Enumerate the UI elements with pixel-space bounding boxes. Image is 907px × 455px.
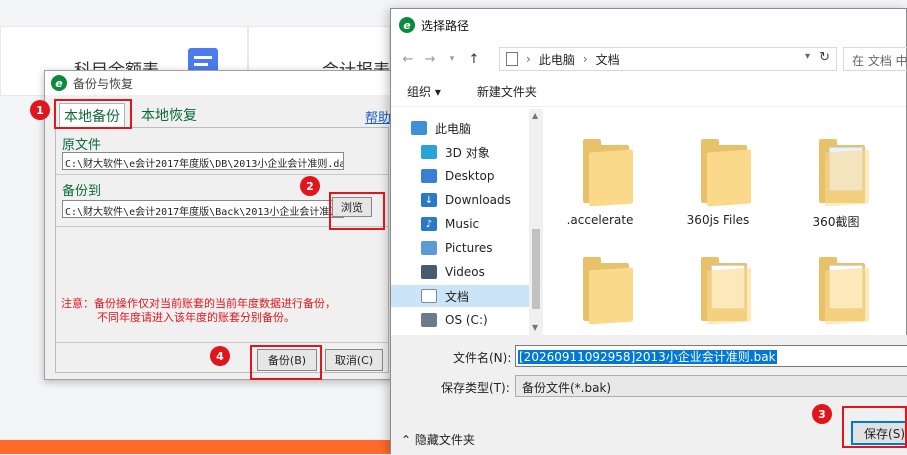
folder-icon[interactable]: [575, 127, 645, 207]
source-path-field[interactable]: C:\财大软件\e会计2017年度版\DB\2013小企业会计准则.dat: [62, 152, 344, 170]
tree-item-os-drive[interactable]: OS (C:): [421, 309, 488, 331]
download-icon: ↓: [421, 193, 437, 207]
scroll-up-icon[interactable]: ▲: [532, 111, 538, 120]
new-folder-button[interactable]: 新建文件夹: [477, 83, 537, 100]
chevron-right-icon: ›: [526, 52, 531, 66]
tree-item-documents[interactable]: 文档: [391, 285, 529, 307]
tab-local-restore[interactable]: 本地恢复: [137, 103, 201, 127]
back-arrow-icon[interactable]: ←: [397, 52, 419, 67]
note-line: 不同年度请进入该年度的账套分别备份。: [97, 311, 295, 324]
breadcrumb-item[interactable]: 文档: [596, 51, 620, 68]
folder-icon[interactable]: [693, 127, 763, 207]
backup-to-label: 备份到: [62, 184, 102, 199]
filetype-label: 保存类型(T):: [441, 381, 510, 395]
up-arrow-icon[interactable]: ↑: [463, 52, 485, 67]
tree-item-label: 文档: [445, 289, 470, 304]
dialog-title: 备份与恢复: [73, 76, 134, 91]
dialog-titlebar: e 备份与恢复: [45, 71, 391, 95]
source-file-label: 原文件: [62, 138, 102, 153]
tree-item-this-pc[interactable]: 此电脑: [411, 117, 471, 139]
forward-arrow-icon[interactable]: →: [419, 52, 441, 67]
step-badge: 3: [812, 404, 832, 424]
file-name[interactable]: .accelerate: [545, 213, 655, 227]
scroll-down-icon[interactable]: ▼: [532, 323, 538, 332]
video-icon: [421, 265, 437, 279]
tree-item-downloads[interactable]: ↓ Downloads: [421, 189, 511, 211]
chevron-down-icon[interactable]: ▾: [441, 54, 463, 64]
tree-item-label: Music: [445, 217, 480, 231]
tree-item-label: Videos: [445, 265, 485, 279]
filename-label: 文件名(N):: [453, 351, 512, 365]
navigation-tree: 此电脑 3D 对象 Desktop ↓ Downloads ♪ Music Pict…: [391, 109, 543, 335]
tree-item-3d-objects[interactable]: 3D 对象: [421, 141, 490, 163]
save-form: 文件名(N): [20260911092958]2013小企业会计准则.bak …: [391, 335, 907, 455]
backup-panel: 原文件 C:\财大软件\e会计2017年度版\DB\2013小企业会计准则.da…: [55, 127, 389, 373]
organize-menu[interactable]: 组织 ▾: [407, 83, 441, 100]
backup-path-field[interactable]: C:\财大软件\e会计2017年度版\Back\2013小企业会计准则.bak: [62, 200, 344, 218]
highlight-box: [250, 345, 322, 380]
tree-item-label: Pictures: [445, 241, 493, 255]
help-link[interactable]: 帮助: [365, 107, 391, 126]
tree-item-videos[interactable]: Videos: [421, 261, 485, 283]
breadcrumb-item[interactable]: 此电脑: [539, 51, 575, 68]
cube-icon: [421, 145, 437, 159]
refresh-icon[interactable]: ↻: [819, 50, 830, 65]
backup-note: 注意：备份操作仅对当前账套的当前年度数据进行备份， 不同年度请进入该年度的账套分…: [61, 297, 381, 325]
file-grid: .accelerate 360js Files 360截图: [543, 109, 907, 335]
address-bar[interactable]: › 此电脑 › 文档 ▾ ↻: [499, 47, 837, 71]
tree-scrollbar[interactable]: ▲ ▼: [529, 109, 543, 335]
step-badge: 2: [300, 176, 320, 196]
dialog-title: 选择路径: [421, 18, 470, 33]
drive-icon: [421, 313, 437, 327]
divider: [56, 342, 388, 343]
filename-value: [20260911092958]2013小企业会计准则.bak: [518, 350, 777, 364]
chevron-up-icon: ⌃: [401, 433, 415, 447]
folder-icon[interactable]: [811, 127, 881, 207]
background-red-bar: [0, 440, 390, 454]
filename-input[interactable]: [20260911092958]2013小企业会计准则.bak: [515, 345, 907, 367]
cancel-button[interactable]: 取消(C): [325, 349, 383, 371]
music-icon: ♪: [421, 217, 437, 231]
hide-folders-toggle[interactable]: ⌃ 隐藏文件夹: [401, 431, 475, 448]
app-logo-icon: e: [51, 75, 67, 91]
tree-item-label: Downloads: [445, 193, 511, 207]
tree-item-pictures[interactable]: Pictures: [421, 237, 493, 259]
pc-icon: [506, 52, 518, 66]
tree-item-music[interactable]: ♪ Music: [421, 213, 479, 235]
navigation-bar: ← → ▾ ↑ › 此电脑 › 文档 ▾ ↻ 在 文档 中: [391, 45, 907, 73]
desktop-icon: [421, 169, 437, 183]
note-line: 注意：备份操作仅对当前账套的当前年度数据进行备份，: [61, 297, 336, 310]
divider: [56, 174, 388, 175]
app-logo-icon: e: [399, 17, 415, 33]
file-name[interactable]: 360截图: [781, 213, 891, 230]
folder-icon[interactable]: [575, 245, 645, 325]
folder-icon[interactable]: [811, 245, 881, 325]
choose-path-dialog: e 选择路径 ← → ▾ ↑ › 此电脑 › 文档 ▾ ↻ 在 文档 中 组织 …: [390, 8, 907, 455]
tree-item-label: 此电脑: [435, 121, 472, 136]
search-input[interactable]: 在 文档 中: [843, 47, 907, 71]
file-name[interactable]: 360js Files: [663, 213, 773, 227]
step-badge: 1: [30, 100, 50, 120]
folder-icon[interactable]: [693, 245, 763, 325]
filetype-select[interactable]: 备份文件(*.bak): [515, 375, 907, 397]
tree-item-label: Desktop: [445, 169, 495, 183]
tree-item-label: 3D 对象: [445, 145, 490, 160]
step-badge: 4: [210, 346, 230, 366]
file-toolbar: 组织 ▾ 新建文件夹: [391, 77, 906, 107]
highlight-box: [842, 406, 907, 448]
pc-icon: [411, 121, 427, 135]
highlight-box: [329, 192, 385, 230]
document-icon: [421, 289, 437, 303]
highlight-box: [54, 99, 132, 129]
chevron-down-icon[interactable]: ▾: [805, 51, 810, 62]
dialog-titlebar: e 选择路径: [391, 9, 906, 41]
pictures-icon: [421, 241, 437, 255]
scrollbar-thumb[interactable]: [532, 229, 540, 309]
tree-item-label: OS (C:): [445, 313, 488, 327]
tree-item-desktop[interactable]: Desktop: [421, 165, 495, 187]
chevron-right-icon: ›: [582, 52, 588, 66]
hide-folders-label: 隐藏文件夹: [414, 433, 475, 447]
